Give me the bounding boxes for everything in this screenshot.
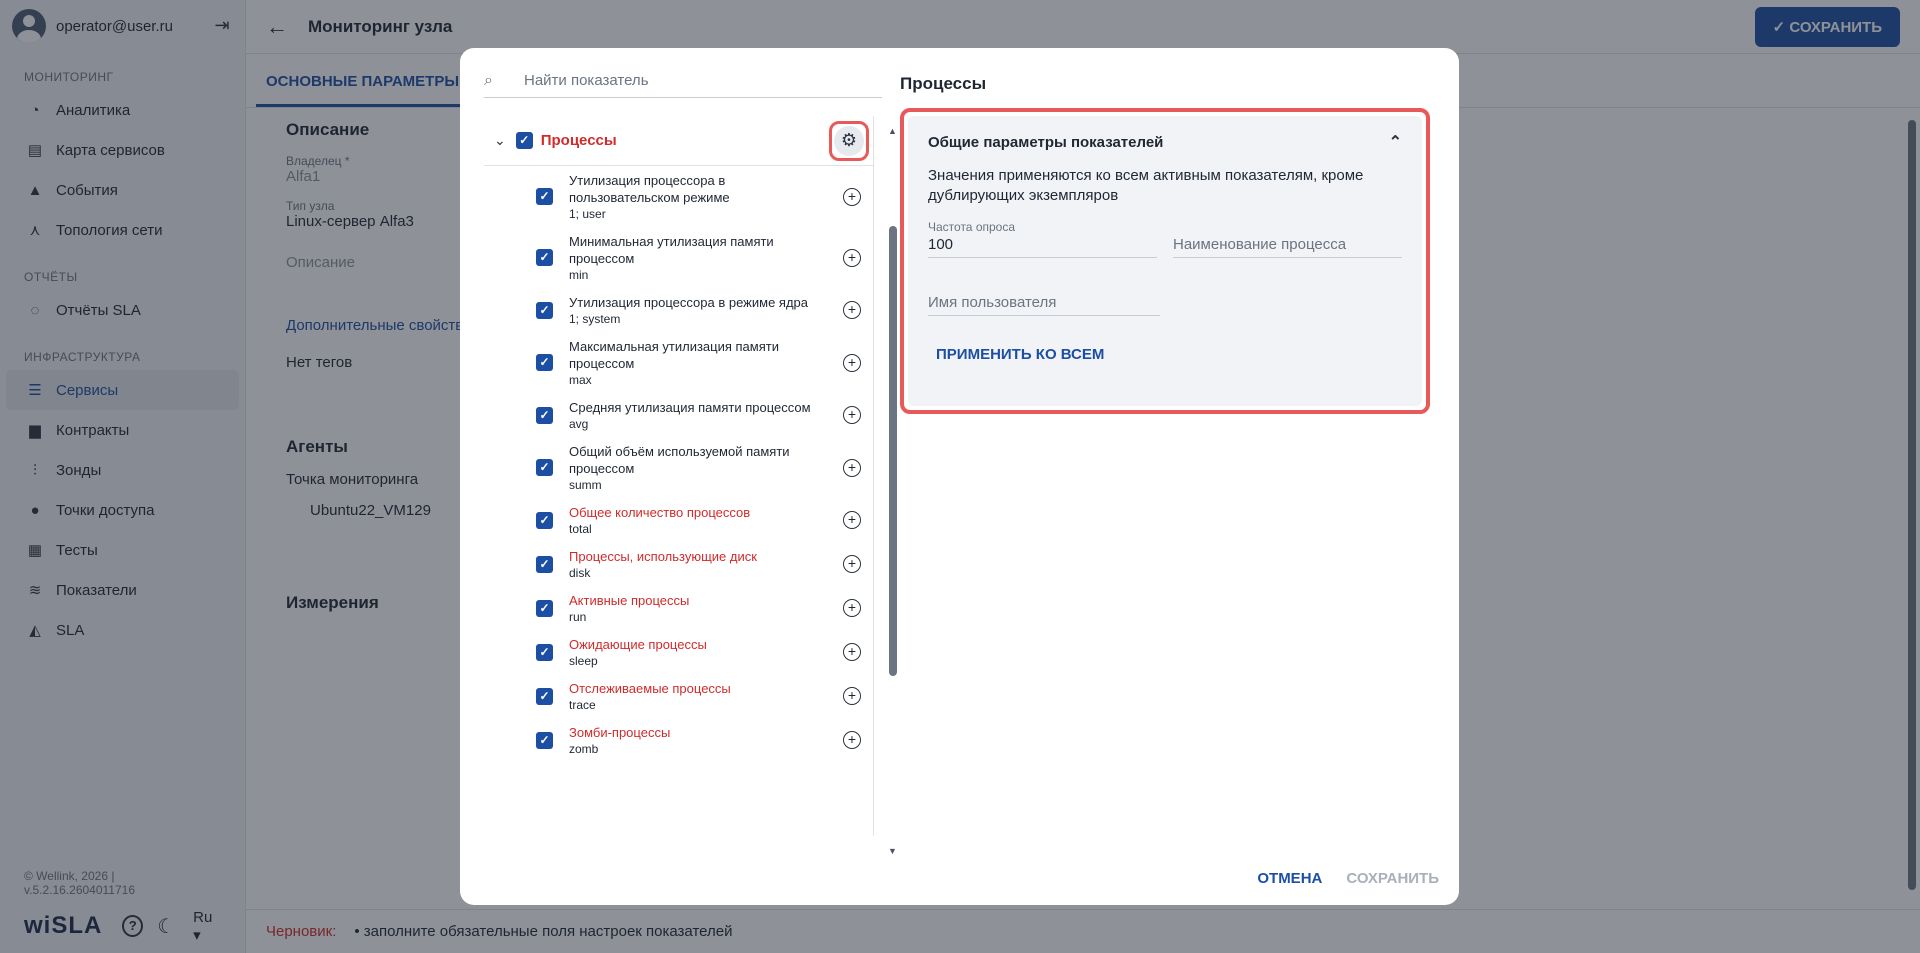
scroll-thumb[interactable] <box>889 226 897 676</box>
group-settings-button[interactable]: ⚙ <box>829 120 869 161</box>
metrics-list: ✓ Утилизация процессора в пользовательско… <box>484 166 873 762</box>
metric-code: disk <box>569 566 591 580</box>
metric-checkbox[interactable]: ✓ <box>536 643 553 661</box>
metric-checkbox[interactable]: ✓ <box>536 731 553 749</box>
add-circle-icon[interactable]: + <box>843 248 861 267</box>
chevron-down-icon[interactable]: ⌄ <box>494 132 506 149</box>
apply-to-all-button[interactable]: ПРИМЕНИТЬ КО ВСЕМ <box>936 346 1104 363</box>
metric-row: ✓ Максимальная утилизация памяти процессо… <box>484 332 873 393</box>
metric-checkbox[interactable]: ✓ <box>536 249 553 266</box>
add-circle-icon[interactable]: + <box>843 187 861 206</box>
metric-row: ✓ Утилизация процессора в пользовательско… <box>484 166 873 227</box>
add-circle-icon[interactable]: + <box>843 353 861 372</box>
metric-code: trace <box>569 698 596 712</box>
search-icon: ⌕ <box>484 71 493 89</box>
metrics-modal: ⌕ ⌄ ✓ Процессы ⚙ ✓ Утилизация процессора … <box>460 48 1459 905</box>
poll-frequency-field[interactable]: Частота опроса 100 <box>928 220 1157 258</box>
metric-row: ✓ Отслеживаемые процессы trace + <box>484 674 873 718</box>
metric-row: ✓ Средняя утилизация памяти процессом avg + <box>484 393 873 437</box>
metric-checkbox[interactable]: ✓ <box>536 301 553 319</box>
metric-code: 1; user <box>569 207 606 221</box>
metric-row: ✓ Утилизация процессора в режиме ядра 1; s… <box>484 288 873 332</box>
common-params-card: Общие параметры показателей ⌃ Значения п… <box>900 108 1430 414</box>
metric-name: Общий объём используемой памяти процессо… <box>569 444 790 476</box>
group-checkbox[interactable]: ✓ <box>515 132 533 149</box>
add-circle-icon[interactable]: + <box>843 599 861 617</box>
username-placeholder: Имя пользователя <box>928 294 1057 311</box>
scroll-down-icon[interactable]: ▼ <box>888 846 897 856</box>
metric-name: Утилизация процессора в пользовательском… <box>569 173 730 205</box>
poll-frequency-value[interactable]: 100 <box>928 236 1157 253</box>
username-field[interactable]: Имя пользователя <box>928 278 1160 316</box>
group-row: ⌄ ✓ Процессы ⚙ <box>484 116 873 166</box>
metric-code: avg <box>569 417 589 431</box>
metric-name: Утилизация процессора в режиме ядра <box>569 295 809 310</box>
modal-save-button[interactable]: СОХРАНИТЬ <box>1346 870 1439 887</box>
metric-row: ✓ Минимальная утилизация памяти процессом… <box>484 227 873 288</box>
metric-name: Активные процессы <box>569 593 690 608</box>
metric-code: sleep <box>569 654 598 668</box>
metric-name: Процессы, использующие диск <box>569 549 757 564</box>
metric-code: min <box>569 268 589 282</box>
add-circle-icon[interactable]: + <box>843 687 861 705</box>
metric-name: Зомби-процессы <box>569 725 671 740</box>
metric-row: ✓ Ожидающие процессы sleep + <box>484 630 873 674</box>
metric-code: summ <box>569 478 602 492</box>
gear-icon: ⚙ <box>834 125 864 156</box>
card-description: Значения применяются ко всем активным по… <box>928 167 1364 204</box>
process-name-field[interactable]: Наименование процесса <box>1173 220 1402 258</box>
metric-code: 1; system <box>569 312 621 326</box>
metric-name: Ожидающие процессы <box>569 637 707 652</box>
metric-row: ✓ Активные процессы run + <box>484 586 873 630</box>
add-circle-icon[interactable]: + <box>843 643 861 661</box>
chevron-up-icon[interactable]: ⌃ <box>1389 132 1402 152</box>
poll-frequency-label: Частота опроса <box>928 220 1016 234</box>
search-bar: ⌕ <box>484 64 882 98</box>
metric-code: total <box>569 522 592 536</box>
tree-scrollbar[interactable]: ▲ ▼ <box>888 126 898 856</box>
add-circle-icon[interactable]: + <box>843 511 861 529</box>
metric-name: Средняя утилизация памяти процессом <box>569 400 811 415</box>
add-circle-icon[interactable]: + <box>843 406 861 424</box>
metric-name: Общее количество процессов <box>569 505 751 520</box>
metric-checkbox[interactable]: ✓ <box>536 599 553 617</box>
settings-panel: Процессы Общие параметры показателей ⌃ З… <box>900 64 1430 414</box>
add-circle-icon[interactable]: + <box>843 731 861 749</box>
metric-checkbox[interactable]: ✓ <box>536 687 553 705</box>
metric-checkbox[interactable]: ✓ <box>536 406 553 424</box>
metric-name: Отслеживаемые процессы <box>569 681 731 696</box>
metric-checkbox[interactable]: ✓ <box>536 354 553 371</box>
metrics-tree: ⌄ ✓ Процессы ⚙ ✓ Утилизация процессора в … <box>484 116 874 836</box>
add-circle-icon[interactable]: + <box>843 555 861 573</box>
metric-name: Максимальная утилизация памяти процессом <box>569 339 779 371</box>
search-input[interactable] <box>524 72 882 89</box>
modal-footer: ОТМЕНА СОХРАНИТЬ <box>1257 870 1439 887</box>
metric-row: ✓ Процессы, использующие диск disk + <box>484 542 873 586</box>
add-circle-icon[interactable]: + <box>843 301 861 319</box>
metric-checkbox[interactable]: ✓ <box>536 188 553 205</box>
add-circle-icon[interactable]: + <box>843 458 861 477</box>
metric-code: zomb <box>569 742 599 756</box>
metric-checkbox[interactable]: ✓ <box>536 459 553 476</box>
metric-code: run <box>569 610 587 624</box>
card-title: Общие параметры показателей <box>928 133 1164 151</box>
metric-code: max <box>569 373 592 387</box>
metrics-tree-panel: ⌕ ⌄ ✓ Процессы ⚙ ✓ Утилизация процессора … <box>484 64 898 856</box>
group-title: Процессы <box>540 132 617 149</box>
metric-row: ✓ Зомби-процессы zomb + <box>484 718 873 762</box>
cancel-button[interactable]: ОТМЕНА <box>1257 870 1322 887</box>
metric-checkbox[interactable]: ✓ <box>536 511 553 529</box>
metric-name: Минимальная утилизация памяти процессом <box>569 234 774 266</box>
process-name-placeholder: Наименование процесса <box>1173 236 1347 253</box>
settings-title: Процессы <box>900 74 987 93</box>
scroll-up-icon[interactable]: ▲ <box>888 126 897 136</box>
metric-row: ✓ Общее количество процессов total + <box>484 498 873 542</box>
metric-row: ✓ Общий объём используемой памяти процесс… <box>484 437 873 498</box>
metric-checkbox[interactable]: ✓ <box>536 555 553 573</box>
